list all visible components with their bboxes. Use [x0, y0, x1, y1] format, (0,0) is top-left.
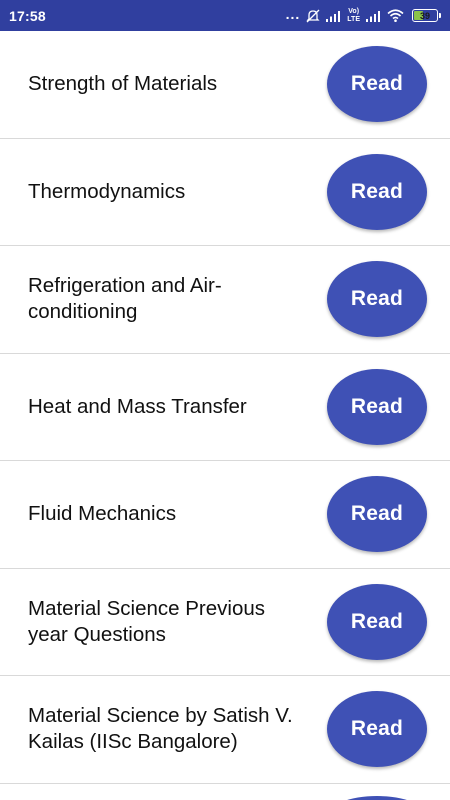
- signal-icon: [366, 10, 381, 22]
- list-item: Material Science by Satish V. Kailas (II…: [0, 676, 450, 784]
- item-title: Material Science by Satish V. Kailas (II…: [28, 704, 293, 754]
- item-title: Fluid Mechanics: [28, 502, 177, 526]
- read-button[interactable]: Read: [327, 261, 427, 338]
- mute-icon: [306, 9, 320, 23]
- materials-list: Strength of Materials Read Thermodynamic…: [0, 31, 450, 784]
- battery-level: 39: [419, 10, 430, 21]
- read-button[interactable]: Read: [327, 46, 427, 123]
- read-button[interactable]: Read: [327, 691, 427, 768]
- status-time: 17:58: [9, 7, 46, 24]
- list-item: Strength of Materials Read: [0, 31, 450, 139]
- list-item: Refrigeration and Air-conditioning Read: [0, 246, 450, 354]
- wifi-icon: [387, 9, 404, 22]
- list-item-partial: [0, 784, 450, 800]
- read-button[interactable]: Read: [327, 153, 427, 230]
- list-item: Heat and Mass Transfer Read: [0, 354, 450, 461]
- read-button[interactable]: Read: [327, 368, 427, 445]
- signal-icon: [326, 10, 341, 22]
- lte-bottom-label: LTE: [347, 15, 360, 23]
- volte-lte-icon: Vo) LTE: [347, 8, 360, 24]
- read-button-partial[interactable]: [327, 796, 427, 800]
- read-button[interactable]: Read: [327, 476, 427, 553]
- battery-icon: 39: [412, 9, 441, 22]
- read-button[interactable]: Read: [327, 583, 427, 660]
- status-icons: ... Vo) LTE 39: [285, 0, 441, 31]
- list-item: Thermodynamics Read: [0, 139, 450, 246]
- more-dots-icon: ...: [285, 6, 301, 22]
- item-title: Thermodynamics: [28, 179, 186, 203]
- lte-top-label: Vo): [348, 7, 360, 15]
- status-bar: 17:58 ... Vo) LTE 39: [0, 0, 450, 31]
- item-title: Heat and Mass Transfer: [28, 394, 247, 418]
- list-item: Fluid Mechanics Read: [0, 461, 450, 569]
- item-title: Material Science Previous year Questions: [28, 596, 265, 646]
- item-title: Strength of Materials: [28, 72, 218, 96]
- item-title: Refrigeration and Air-conditioning: [28, 274, 222, 324]
- list-item: Material Science Previous year Questions…: [0, 569, 450, 676]
